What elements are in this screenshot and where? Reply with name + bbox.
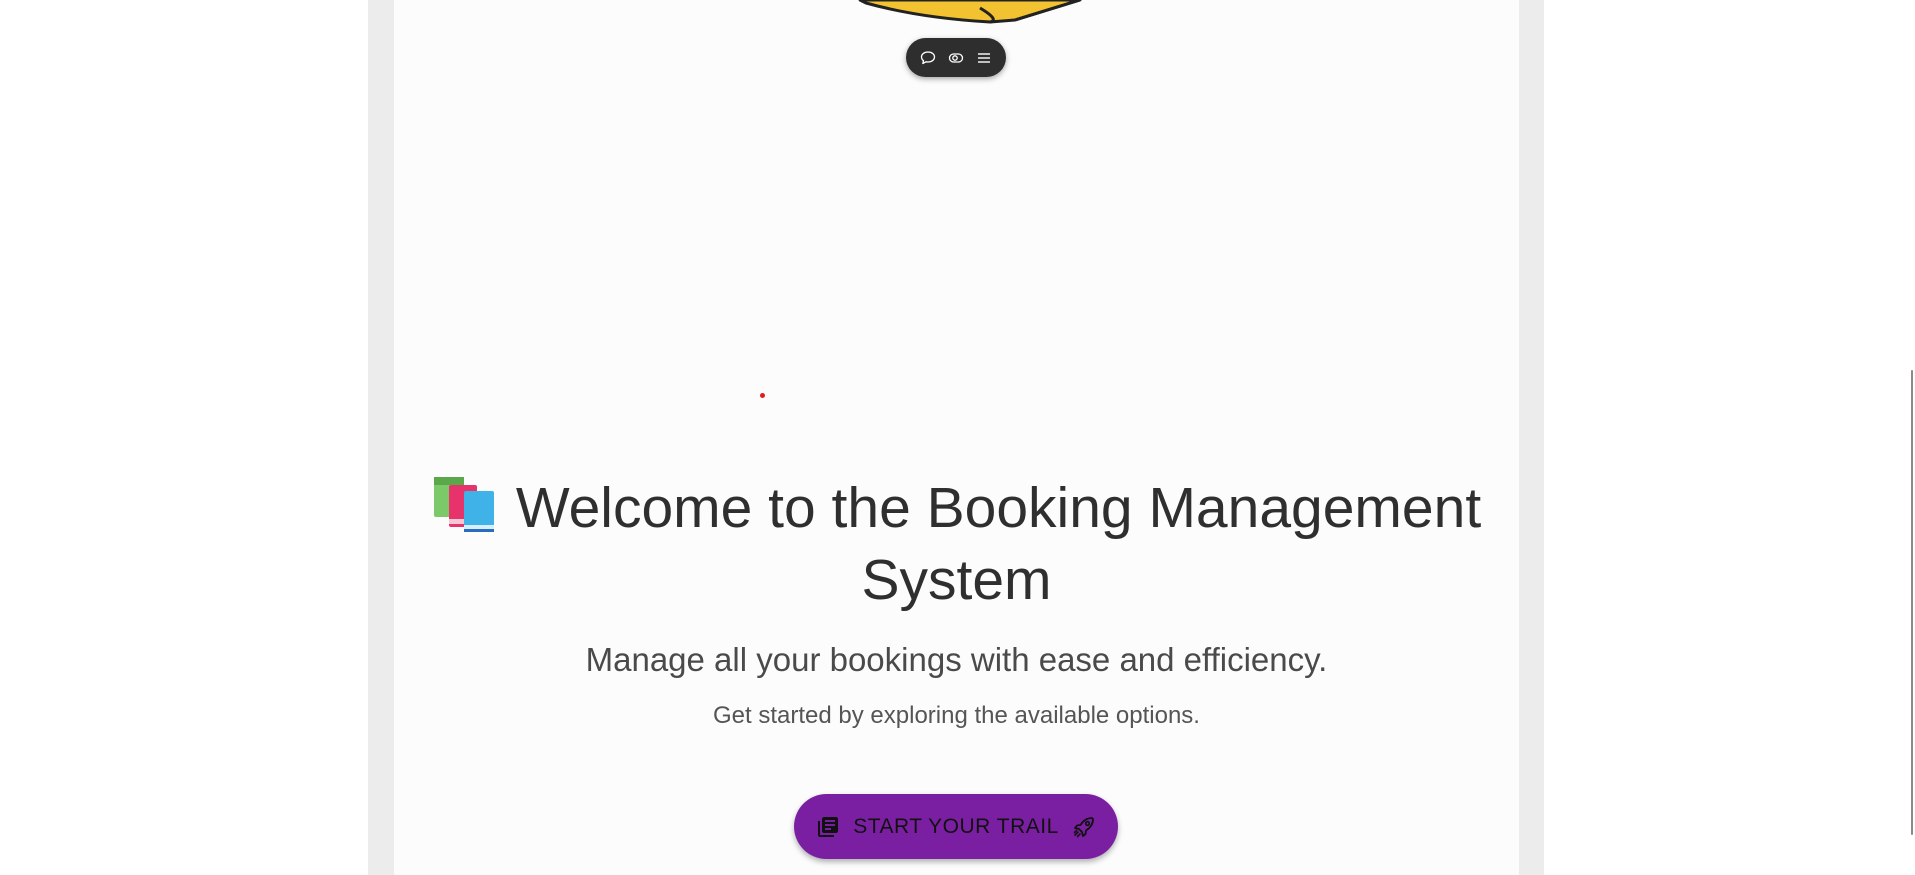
library-books-icon: [815, 814, 841, 840]
rocket-icon: [1071, 814, 1097, 840]
red-dot-marker: [760, 393, 765, 398]
content-card: [394, 0, 1519, 875]
comment-icon: [920, 50, 936, 64]
box-illustration: [858, 0, 1082, 24]
scrollbar-thumb[interactable]: [1911, 370, 1913, 835]
toggle-view-button[interactable]: [944, 46, 968, 70]
floating-toolbar: [906, 38, 1006, 77]
page-title: Welcome to the Booking Management System: [394, 472, 1519, 616]
comment-button[interactable]: [916, 46, 940, 70]
toggle-view-icon: [948, 52, 964, 63]
page-subtitle: Manage all your bookings with ease and e…: [585, 641, 1328, 678]
scrollbar[interactable]: [1907, 0, 1915, 875]
books-icon: [433, 477, 494, 532]
page-title-text: Welcome to the Booking Management System: [515, 476, 1482, 612]
start-trail-label: START YOUR TRAIL: [853, 814, 1059, 838]
menu-icon: [978, 52, 990, 63]
menu-button[interactable]: [972, 46, 996, 70]
start-trail-button[interactable]: START YOUR TRAIL: [794, 794, 1118, 859]
page-caption: Get started by exploring the available o…: [713, 702, 1200, 729]
page-viewport: Welcome to the Booking Management System…: [0, 0, 1915, 875]
